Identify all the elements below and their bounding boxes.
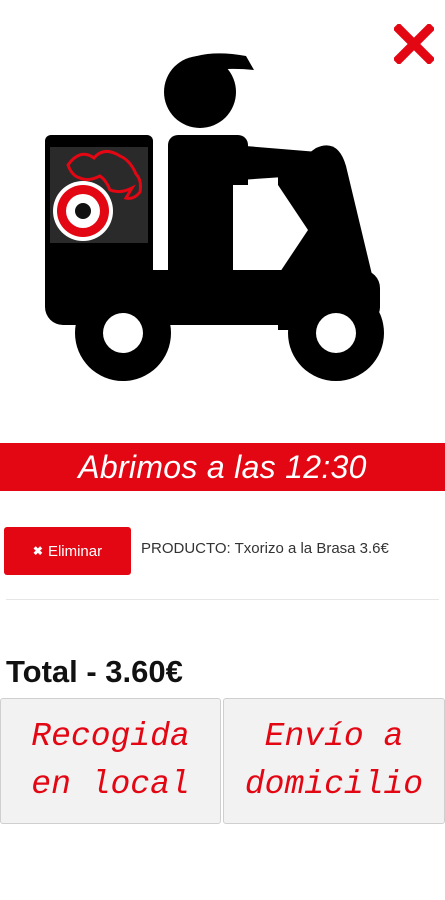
divider: [6, 599, 439, 600]
remove-item-button[interactable]: ✖ Eliminar: [4, 527, 131, 575]
delivery-line2: domicilio: [244, 766, 424, 803]
delivery-scooter-icon: [45, 53, 384, 381]
cart-item-row: ✖ Eliminar PRODUCTO: Txorizo a la Brasa …: [0, 525, 445, 577]
pickup-option-button[interactable]: Recogida en local: [0, 698, 221, 824]
banner-text: Abrimos a las 12:30: [78, 448, 367, 485]
opening-hours-banner: Abrimos a las 12:30: [0, 443, 445, 491]
pickup-line2: en local: [31, 766, 190, 803]
delivery-line1: Envío a: [264, 718, 404, 755]
delivery-option-button[interactable]: Envío a domicilio: [223, 698, 445, 824]
pickup-line1: Recogida: [31, 718, 190, 755]
remove-item-label: Eliminar: [47, 542, 103, 560]
x-icon: ✖: [32, 544, 43, 558]
product-description: PRODUCTO: Txorizo a la Brasa 3.6€: [141, 540, 389, 557]
order-total: Total - 3.60€: [6, 654, 183, 689]
